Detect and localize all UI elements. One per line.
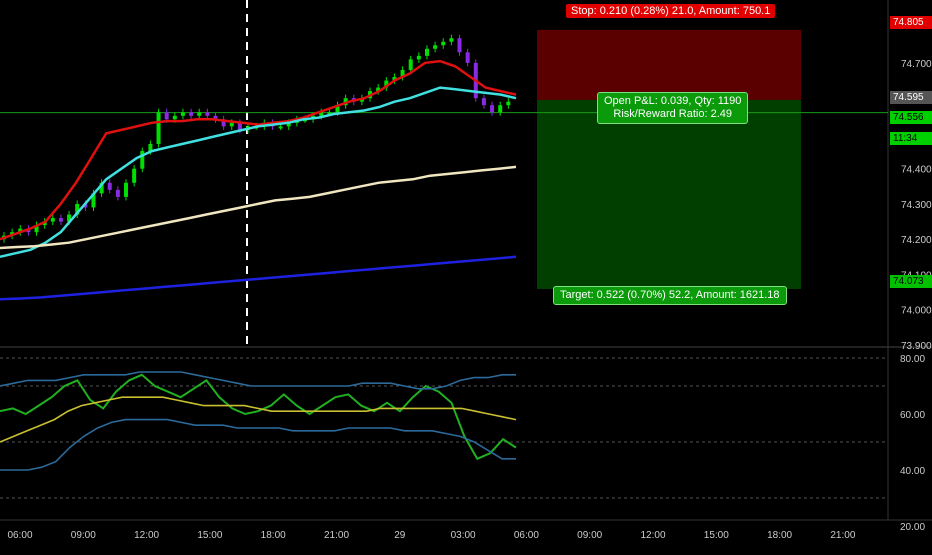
stop-zone xyxy=(537,29,801,100)
current-price-tag: 74.556 xyxy=(890,111,932,124)
candle-body xyxy=(490,105,495,113)
candle-body xyxy=(498,105,503,113)
candle-body xyxy=(278,126,283,129)
oscillator-line xyxy=(0,396,517,443)
oscillator-line xyxy=(0,418,516,471)
candle-body xyxy=(172,115,177,120)
pnl-line-2: Risk/Reward Ratio: 2.49 xyxy=(613,108,732,120)
oscillator-tick-label: 40.00 xyxy=(900,466,925,477)
candle-body xyxy=(506,101,511,106)
candle-body xyxy=(115,189,120,197)
candle-body xyxy=(107,182,112,190)
candle-body xyxy=(408,59,413,70)
time-tick-label: 12:00 xyxy=(134,530,159,541)
candle-body xyxy=(132,168,137,183)
time-tick-label: 29 xyxy=(394,530,406,541)
time-tick-label: 09:00 xyxy=(577,530,602,541)
price-tick-label: 74.200 xyxy=(901,235,932,246)
time-tick-label: 06:00 xyxy=(7,530,32,541)
stop-price-tag: 74.805 xyxy=(890,16,932,29)
oscillator-tick-label: 20.00 xyxy=(900,522,925,533)
price-tick-label: 74.700 xyxy=(901,59,932,70)
oscillator-tick-label: 60.00 xyxy=(900,410,925,421)
moving-average-line xyxy=(0,255,517,301)
candle-body xyxy=(205,112,210,116)
oscillator-tick-label: 80.00 xyxy=(900,354,925,365)
candle-body xyxy=(189,112,194,116)
price-tick-label: 74.400 xyxy=(901,165,932,176)
candle-body xyxy=(197,112,202,116)
candle-body xyxy=(229,122,234,127)
candle-body xyxy=(164,112,169,120)
candle-body xyxy=(424,48,429,56)
time-tick-label: 15:00 xyxy=(197,530,222,541)
countdown-tag: 11:34 xyxy=(890,132,932,145)
time-tick-label: 03:00 xyxy=(451,530,476,541)
price-tick-label: 73.900 xyxy=(901,341,932,352)
stop-label[interactable]: Stop: 0.210 (0.28%) 21.0, Amount: 750.1 xyxy=(566,4,776,18)
candle-body xyxy=(481,98,486,106)
target-zone xyxy=(537,99,801,289)
time-tick-label: 09:00 xyxy=(71,530,96,541)
price-chart[interactable]: 74.70074.40074.30074.20074.10074.00073.9… xyxy=(0,0,932,550)
time-tick-label: 15:00 xyxy=(704,530,729,541)
candle-body xyxy=(180,112,185,116)
candle-body xyxy=(124,182,129,197)
time-tick-label: 18:00 xyxy=(767,530,792,541)
time-tick-label: 21:00 xyxy=(324,530,349,541)
chart-stage: 74.70074.40074.30074.20074.10074.00073.9… xyxy=(0,0,932,550)
candle-body xyxy=(457,38,462,53)
candle-body xyxy=(58,218,63,222)
candle-body xyxy=(433,45,438,49)
entry-price-tag: 74.595 xyxy=(890,91,932,104)
time-tick-label: 18:00 xyxy=(261,530,286,541)
price-tick-label: 74.000 xyxy=(901,306,932,317)
candle-body xyxy=(237,122,242,130)
time-tick-label: 21:00 xyxy=(830,530,855,541)
target-price-tag: 74.073 xyxy=(890,275,932,288)
candle-body xyxy=(465,52,470,63)
time-tick-label: 12:00 xyxy=(640,530,665,541)
target-label[interactable]: Target: 0.522 (0.70%) 52.2, Amount: 1621… xyxy=(553,286,787,305)
price-tick-label: 74.300 xyxy=(901,200,932,211)
candle-body xyxy=(441,41,446,46)
time-tick-label: 06:00 xyxy=(514,530,539,541)
candle-body xyxy=(50,218,55,222)
pnl-line-1: Open P&L: 0.039, Qty: 1190 xyxy=(604,95,742,107)
candle-body xyxy=(449,38,454,42)
pnl-label[interactable]: Open P&L: 0.039, Qty: 1190 Risk/Reward R… xyxy=(597,92,749,124)
candle-body xyxy=(156,112,161,144)
candle-body xyxy=(416,55,421,60)
